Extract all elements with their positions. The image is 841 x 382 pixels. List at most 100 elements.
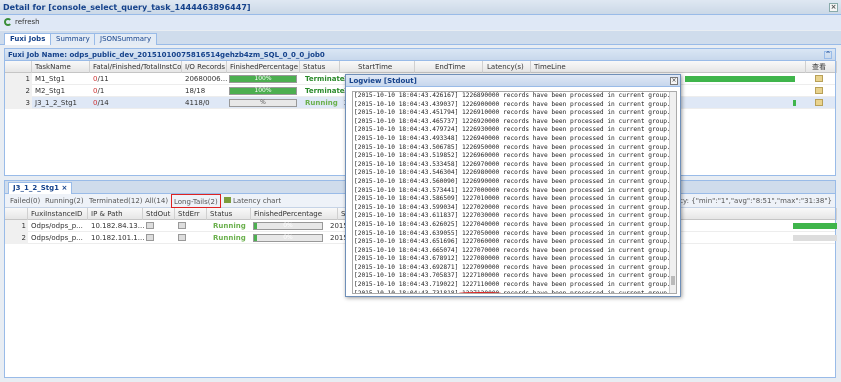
stage-tab-label: J3_1_2_Stg1 — [13, 184, 59, 192]
log-line: [2015-10-10 18:04:43.426167] 1226890000 … — [354, 92, 671, 99]
window-title: Detail for [console_select_query_task_14… — [3, 3, 251, 12]
col-status[interactable]: Status — [207, 208, 251, 220]
log-line: [2015-10-10 18:04:43.611837] 1227030000 … — [354, 212, 671, 220]
logview-dialog: Logview [Stdout] × [2015-10-10 18:04:43.… — [345, 74, 681, 297]
tab-failed[interactable]: Failed(0) — [10, 194, 40, 208]
instance-id: Odps/odps_p... — [31, 222, 83, 230]
log-line: [2015-10-10 18:04:43.533458] 1226970000 … — [354, 160, 671, 168]
col-latency[interactable]: Latency(s) — [483, 61, 531, 73]
main-tabs: Fuxi Jobs Summary JSONSummary — [0, 31, 841, 45]
folder-icon[interactable] — [815, 87, 823, 94]
col-view[interactable]: 查看 — [806, 61, 837, 73]
col-stderr[interactable]: StdErr — [175, 208, 207, 220]
io-records: 18/18 — [185, 87, 206, 95]
status-text: Running — [213, 222, 246, 230]
tab-all[interactable]: All(14) — [145, 194, 168, 208]
log-line: [2015-10-10 18:04:43.692871] 1227090000 … — [354, 263, 671, 271]
log-lines: [2015-10-10 18:04:43.426167] 1226890000 … — [353, 92, 676, 294]
tab-summary[interactable]: Summary — [50, 33, 96, 45]
task-counts: 0/11 — [93, 75, 109, 83]
io-records: 20680006... — [185, 75, 228, 83]
log-line: [2015-10-10 18:04:43.546304] 1226980000 … — [354, 169, 671, 177]
row-number: 3 — [5, 97, 32, 109]
log-line: [2015-10-10 18:04:43.586509] 1227010000 … — [354, 195, 671, 203]
io-records: 4118/0 — [185, 99, 210, 107]
progress-bar: % — [229, 99, 297, 107]
log-line: [2015-10-10 18:04:43.451794] 1226910000 … — [354, 109, 671, 117]
log-line: [2015-10-10 18:04:43.678912] 1227080000 … — [354, 255, 671, 263]
log-line: [2015-10-10 18:04:43.626025] 1227040000 … — [354, 220, 671, 228]
highlight-underline — [459, 291, 501, 293]
tab-jsonsummary[interactable]: JSONSummary — [94, 33, 158, 45]
log-line: [2015-10-10 18:04:43.731818] 1227120000 … — [354, 289, 671, 294]
task-name: M2_Stg1 — [35, 87, 66, 95]
col-timeline[interactable]: TimeLine — [531, 61, 806, 73]
task-counts: 0/14 — [93, 99, 109, 107]
col-taskname[interactable]: TaskName — [32, 61, 90, 73]
col-counts[interactable]: Fatal/Finished/TotalInstCount — [90, 61, 182, 73]
log-line: [2015-10-10 18:04:43.639055] 1227050000 … — [354, 229, 671, 237]
row-number: 2 — [5, 232, 28, 244]
ip-path: 10.182.84.13... — [91, 222, 145, 230]
task-counts: 0/1 — [93, 87, 105, 95]
stderr-icon[interactable] — [178, 222, 186, 229]
tab-stage[interactable]: J3_1_2_Stg1 × — [8, 182, 73, 194]
job-panel-header: Fuxi Job Name: odps_public_dev_201510100… — [5, 49, 835, 61]
stdout-icon[interactable] — [146, 222, 154, 229]
col-pct[interactable]: FinishedPercentage — [227, 61, 300, 73]
progress-bar: 0% — [253, 222, 323, 230]
col-start[interactable]: StartTime — [340, 61, 415, 73]
instance-id: Odps/odps_p... — [31, 234, 83, 242]
tab-long-tails[interactable]: Long-Tails(2) — [171, 194, 221, 208]
task-name: J3_1_2_Stg1 — [35, 99, 78, 107]
folder-icon[interactable] — [815, 75, 823, 82]
latency-chart-label: Latency chart — [233, 197, 282, 205]
col-instance[interactable]: FuxiInstanceID — [28, 208, 88, 220]
task-name: M1_Stg1 — [35, 75, 66, 83]
log-output[interactable]: [2015-10-10 18:04:43.426167] 1226890000 … — [352, 91, 677, 294]
col-rownum — [5, 208, 28, 220]
col-stdout[interactable]: StdOut — [143, 208, 175, 220]
tab-close-icon[interactable]: × — [61, 184, 67, 192]
col-status[interactable]: Status — [300, 61, 340, 73]
ip-path: 10.182.101.1... — [91, 234, 145, 242]
refresh-icon — [4, 18, 12, 26]
refresh-button[interactable]: refresh — [4, 18, 40, 26]
tab-latency-chart[interactable]: Latency chart — [224, 194, 281, 208]
log-line: [2015-10-10 18:04:43.665074] 1227070000 … — [354, 246, 671, 254]
folder-icon[interactable] — [815, 99, 823, 106]
job-grid-header: TaskName Fatal/Finished/TotalInstCount I… — [5, 61, 837, 73]
close-icon[interactable]: × — [829, 3, 838, 12]
col-end[interactable]: EndTime — [415, 61, 483, 73]
log-line: [2015-10-10 18:04:43.465737] 1226920000 … — [354, 117, 671, 125]
row-number: 1 — [5, 220, 28, 232]
scroll-thumb[interactable] — [671, 276, 675, 285]
log-line: [2015-10-10 18:04:43.705837] 1227100000 … — [354, 272, 671, 280]
timeline-bar — [793, 100, 796, 106]
log-line: [2015-10-10 18:04:43.519852] 1226960000 … — [354, 152, 671, 160]
chart-icon — [224, 197, 231, 203]
log-scrollbar[interactable] — [669, 92, 676, 293]
window-title-bar: Detail for [console_select_query_task_14… — [0, 0, 841, 15]
progress-bar: 0% — [253, 234, 323, 242]
tab-terminated[interactable]: Terminated(12) — [89, 194, 143, 208]
log-line: [2015-10-10 18:04:43.560090] 1226990000 … — [354, 177, 671, 185]
col-io[interactable]: I/O Records — [182, 61, 227, 73]
tab-running[interactable]: Running(2) — [45, 194, 84, 208]
collapse-icon[interactable]: ^ — [824, 51, 832, 59]
latency-summary: Latency: {"min":"1","avg":"8:51","max":"… — [659, 197, 832, 205]
status-text: Running — [305, 99, 338, 107]
stderr-icon[interactable] — [178, 234, 186, 241]
close-icon[interactable]: × — [670, 77, 678, 85]
log-line: [2015-10-10 18:04:43.479724] 1226930000 … — [354, 126, 671, 134]
progress-bar: 100% — [229, 75, 297, 83]
col-pct[interactable]: FinishedPercentage — [251, 208, 338, 220]
row-number: 1 — [5, 73, 32, 85]
progress-bar: 100% — [229, 87, 297, 95]
tab-fuxi-jobs[interactable]: Fuxi Jobs — [4, 33, 52, 45]
stdout-icon[interactable] — [146, 234, 154, 241]
log-line: [2015-10-10 18:04:43.573441] 1227000000 … — [354, 186, 671, 194]
status-text: Running — [213, 234, 246, 242]
timeline-bar — [793, 235, 837, 241]
col-ip[interactable]: IP & Path — [88, 208, 143, 220]
